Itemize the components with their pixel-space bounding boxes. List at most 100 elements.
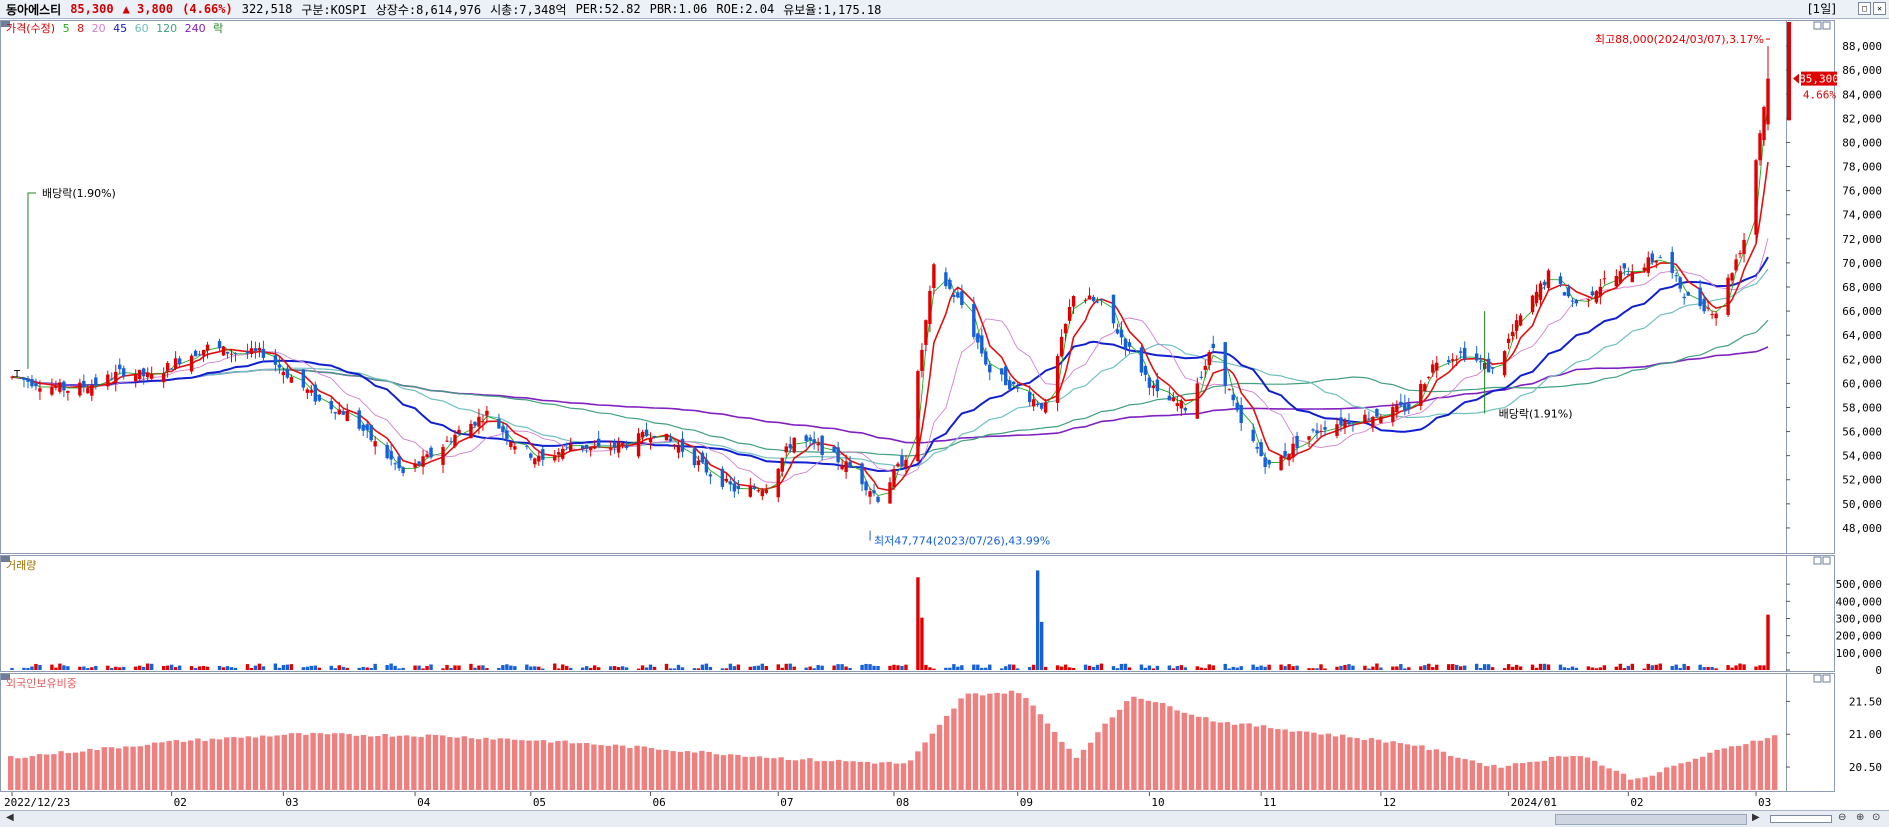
candle-body xyxy=(165,363,170,371)
volume-bar xyxy=(588,667,593,670)
foreign-bar xyxy=(958,698,964,790)
candle-body xyxy=(277,364,282,368)
volume-bar xyxy=(1391,666,1395,670)
foreign-bar xyxy=(432,734,439,790)
candle-body xyxy=(1203,365,1207,370)
volume-bar xyxy=(1447,664,1451,670)
bottom-scrollbar[interactable]: ◀ ▶ ⊖ ⊕ ⊙ xyxy=(0,810,1889,827)
foreign-bar xyxy=(15,758,21,790)
foreign-bar xyxy=(116,748,122,790)
foreign-bar xyxy=(814,761,820,790)
foreign-bar xyxy=(317,733,323,790)
volume-bar xyxy=(668,668,673,670)
volume-bar xyxy=(1682,663,1686,670)
foreign-bar xyxy=(1757,740,1763,790)
candle-body xyxy=(513,446,517,450)
date-tick-label: 2022/12/23 xyxy=(4,796,70,809)
foreign-bar xyxy=(231,737,237,790)
volume-bar xyxy=(728,663,733,670)
period-selector[interactable]: [1일] xyxy=(1808,0,1836,17)
maximize-icon[interactable]: □ xyxy=(1858,2,1871,15)
chart-canvas[interactable]: 48,000 50,000 52,000 54,000 56,000 58,000 60,0… xyxy=(0,18,1889,810)
foreign-bar xyxy=(1109,717,1115,790)
foreign-bar xyxy=(677,751,683,790)
foreign-bar xyxy=(792,760,799,790)
candle-body xyxy=(1546,270,1551,288)
volume-bar xyxy=(900,665,904,670)
foreign-bar xyxy=(1174,710,1180,790)
foreign-bar xyxy=(483,737,489,790)
volume-bar xyxy=(134,666,138,670)
foreign-bar xyxy=(864,761,871,790)
candle-body xyxy=(736,485,741,490)
foreign-bar xyxy=(224,737,230,790)
price-tick-label: 50,000 xyxy=(1842,498,1882,511)
volume-bar xyxy=(644,667,649,670)
foreign-bar xyxy=(735,754,741,790)
stock-name[interactable]: 동아에스티 xyxy=(6,1,61,18)
volume-bar xyxy=(289,664,294,670)
candle-body xyxy=(281,371,286,376)
volume-bar xyxy=(1399,664,1403,670)
volume-bar xyxy=(393,665,397,670)
foreign-bar xyxy=(1210,721,1216,790)
candle-body xyxy=(680,438,685,452)
volume-bar xyxy=(1486,664,1491,670)
volume-bar xyxy=(165,665,170,670)
volume-bar xyxy=(1762,665,1766,670)
zoom-slider[interactable] xyxy=(1770,815,1832,823)
scroll-right-icon[interactable]: ▶ xyxy=(1752,812,1760,823)
volume-bar xyxy=(361,666,365,670)
foreign-bar xyxy=(1217,722,1223,790)
volume-bar xyxy=(892,664,896,670)
volume-bar xyxy=(672,668,677,670)
volume-bar xyxy=(1059,666,1064,670)
volume-bar xyxy=(736,664,741,670)
volume-bar xyxy=(972,664,976,670)
volume-bar xyxy=(1279,664,1283,670)
price-range-bar xyxy=(1787,22,1791,121)
current-pct-label: 4.66% xyxy=(1803,89,1836,102)
foreign-bar xyxy=(1606,768,1612,790)
scroll-left-icon[interactable]: ◀ xyxy=(6,812,14,823)
foreign-bar xyxy=(584,742,590,790)
volume-tick-label: 400,000 xyxy=(1836,595,1882,608)
candle-body xyxy=(561,448,565,459)
foreign-bar xyxy=(216,739,223,790)
candle-body xyxy=(122,368,126,377)
candle-body xyxy=(696,460,701,466)
zoom-in-icon[interactable]: ⊕ xyxy=(1856,812,1864,823)
candle-body xyxy=(900,455,904,467)
volume-bar xyxy=(457,665,461,670)
foreign-bar xyxy=(1484,766,1490,790)
volume-bar xyxy=(1734,665,1738,670)
candle-body xyxy=(944,272,948,287)
candle-body xyxy=(652,435,657,437)
volume-bar xyxy=(872,665,876,670)
candle-body xyxy=(1016,387,1020,389)
volume-bar xyxy=(1199,667,1203,670)
foreign-bar xyxy=(555,741,561,790)
candle-body xyxy=(1307,436,1311,440)
volume-bar xyxy=(429,664,433,670)
zoom-out-icon[interactable]: ⊖ xyxy=(1838,812,1846,823)
volume-bar xyxy=(1538,663,1543,670)
candle-body xyxy=(309,390,314,393)
zoom-reset-icon[interactable]: ⊙ xyxy=(1872,812,1880,823)
candle-body xyxy=(134,375,138,382)
volume-bar xyxy=(1008,664,1012,670)
volume-bar xyxy=(1139,664,1144,670)
candle-body xyxy=(1399,401,1403,406)
candle-body xyxy=(1223,342,1227,386)
candle-body xyxy=(636,433,641,457)
candle-body xyxy=(1175,403,1180,407)
volume-bar xyxy=(960,665,964,670)
volume-bar xyxy=(1155,665,1160,670)
candle-body xyxy=(1259,442,1263,457)
scroll-thumb[interactable] xyxy=(1555,814,1747,825)
candle-body xyxy=(173,358,178,369)
volume-bar xyxy=(425,665,429,670)
candle-body xyxy=(1654,260,1658,263)
close-icon[interactable]: ✕ xyxy=(1873,2,1886,15)
foreign-bar xyxy=(260,735,266,790)
